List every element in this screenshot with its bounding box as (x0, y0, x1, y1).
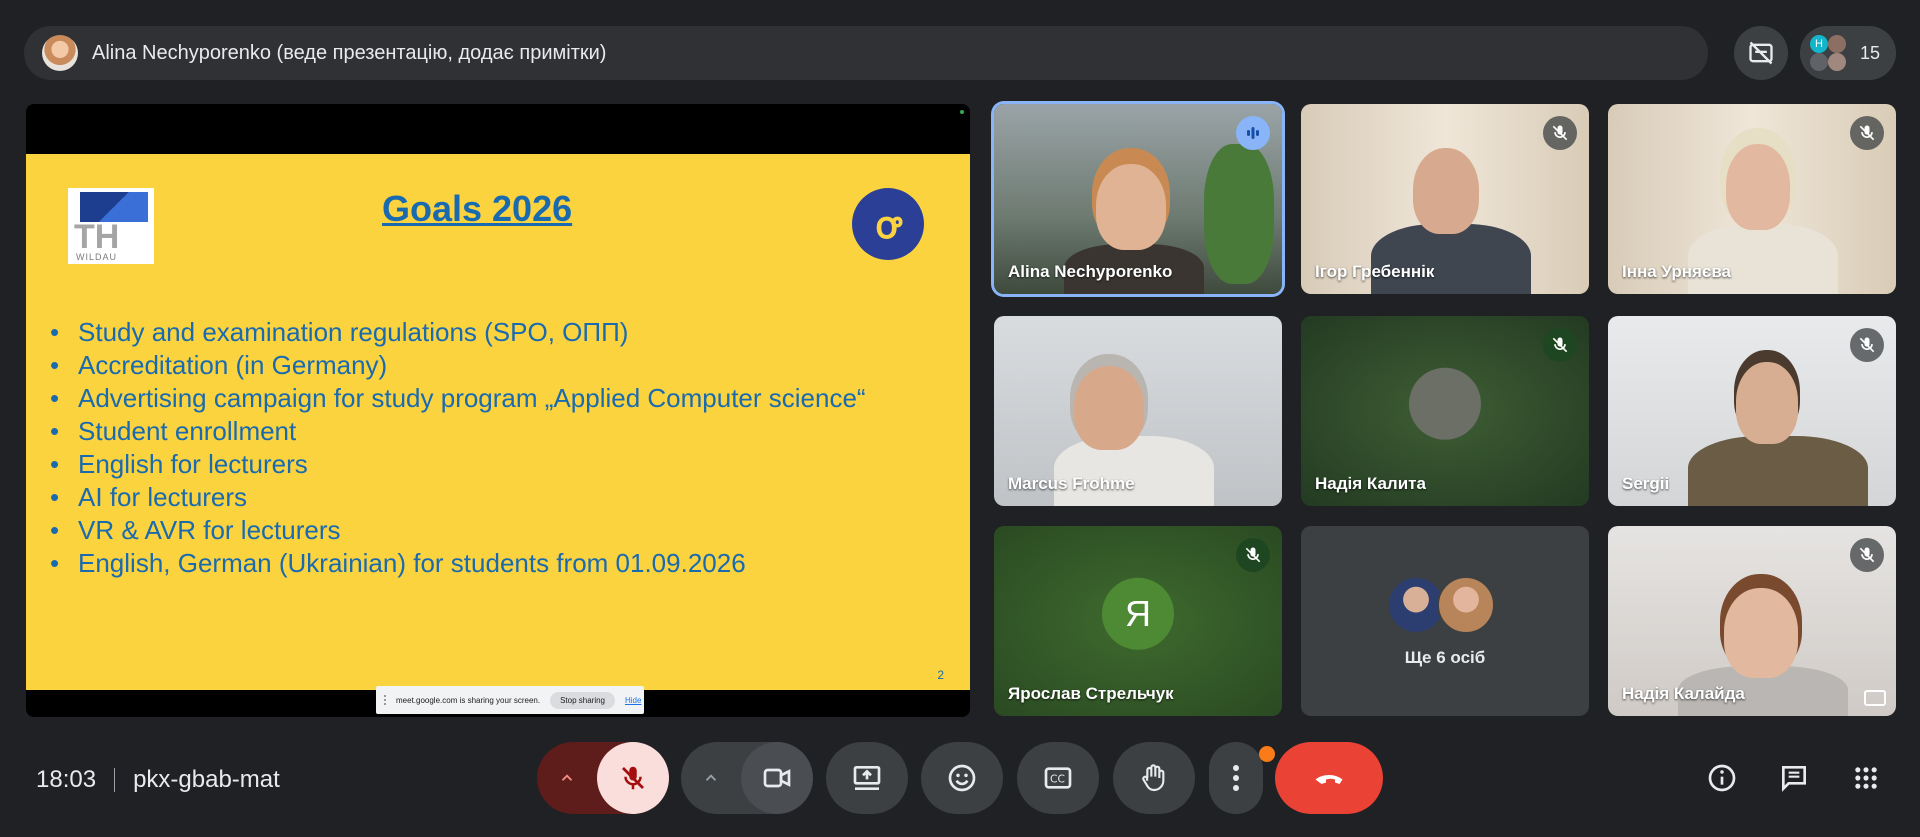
closed-captions-icon: CC (1044, 767, 1072, 789)
present-screen-button[interactable] (826, 742, 908, 814)
others-avatars (1387, 576, 1495, 634)
participant-name: Alina Nechyporenko (1008, 262, 1173, 281)
emoji-icon (948, 764, 976, 792)
meeting-details-button[interactable] (1702, 758, 1742, 798)
participant-tile[interactable]: Marcus Frohme (994, 316, 1282, 506)
people-button[interactable]: H 15 (1800, 26, 1896, 80)
camera-toggle-button[interactable] (741, 742, 813, 814)
participant-name: Надія Калайда (1622, 684, 1745, 703)
participant-name: Ярослав Стрельчук (1008, 684, 1174, 703)
reactions-button[interactable] (921, 742, 1003, 814)
mini-avatar (1437, 576, 1495, 634)
participant-tile[interactable]: Надія Калайда (1608, 526, 1896, 716)
stop-sharing-button[interactable]: Stop sharing (550, 691, 615, 709)
goals-list: Study and examination regulations (SPO, … (50, 316, 866, 580)
mic-off-icon (1543, 328, 1577, 362)
presenter-avatar (42, 35, 78, 71)
drag-handle-icon[interactable] (384, 695, 388, 705)
mini-avatar (1828, 53, 1846, 71)
participant-avatars: H (1808, 33, 1848, 73)
participant-name: Ігор Гребеннік (1315, 262, 1435, 281)
chat-icon (1782, 766, 1806, 792)
leave-call-button[interactable] (1275, 742, 1383, 814)
mini-avatar: H (1810, 35, 1828, 53)
apps-grid-icon (1855, 767, 1877, 789)
video-options-button[interactable] (681, 769, 741, 787)
goal-item: Student enrollment (50, 415, 866, 448)
chat-button[interactable] (1774, 758, 1814, 798)
hide-link[interactable]: Hide (625, 696, 641, 705)
speaking-icon (1236, 116, 1270, 150)
presenter-label: Alina Nechyporenko (веде презентацію, до… (92, 41, 607, 64)
chevron-up-icon (705, 774, 717, 781)
more-participants-tile[interactable]: Ще 6 осіб (1301, 526, 1589, 716)
participant-tile[interactable]: Ігор Гребеннік (1301, 104, 1589, 294)
presenter-bar[interactable]: Alina Nechyporenko (веде презентацію, до… (24, 26, 1708, 80)
chevron-up-icon (561, 774, 573, 781)
more-options-button[interactable] (1209, 742, 1263, 814)
notification-dot (1259, 746, 1275, 762)
microphone-toggle-button[interactable] (597, 742, 669, 814)
participant-count: 15 (1860, 42, 1881, 63)
more-vert-icon (1233, 765, 1239, 791)
share-notice-text: meet.google.com is sharing your screen. (396, 695, 541, 705)
picture-in-picture-icon[interactable] (1864, 690, 1886, 706)
meeting-code: pkx-gbab-mat (133, 766, 280, 793)
meeting-info: 18:03 pkx-gbab-mat (36, 766, 280, 794)
present-screen-icon (853, 766, 881, 790)
slide-page-number: 2 (937, 668, 944, 682)
audio-options-button[interactable] (537, 769, 597, 787)
mic-off-icon (622, 766, 644, 790)
captions-button[interactable]: CC (1017, 742, 1099, 814)
mic-off-icon (1850, 116, 1884, 150)
call-controls-bar: 18:03 pkx-gbab-mat CC (0, 740, 1920, 820)
captions-off-icon[interactable] (1734, 26, 1788, 80)
live-indicator (960, 110, 964, 114)
camera-control-group (681, 742, 813, 814)
info-icon (1708, 764, 1736, 792)
mic-off-icon (1850, 538, 1884, 572)
goal-item: Advertising campaign for study program „… (50, 382, 866, 415)
participant-name: Інна Урняєва (1622, 262, 1732, 281)
participant-tile[interactable]: Надія Калита (1301, 316, 1589, 506)
goal-item: Accreditation (in Germany) (50, 349, 866, 382)
raise-hand-button[interactable] (1113, 742, 1195, 814)
no-frame-icon (1749, 41, 1773, 65)
slide-title: Goals 2026 (382, 188, 573, 229)
end-call-icon (1315, 775, 1343, 784)
shared-screen: TH WILDAU Goals 2026 ꝍ Study and examina… (26, 104, 970, 717)
mic-off-icon (1850, 328, 1884, 362)
goal-item: VR & AVR for lecturers (50, 514, 866, 547)
university-logo: ꝍ (852, 188, 924, 260)
th-wildau-logo: TH WILDAU (68, 188, 154, 264)
mini-avatar (1828, 35, 1846, 53)
participant-name: Marcus Frohme (1008, 474, 1135, 493)
presentation-slide: TH WILDAU Goals 2026 ꝍ Study and examina… (26, 154, 970, 690)
participant-name: Надія Калита (1315, 474, 1426, 493)
mic-off-icon (1543, 116, 1577, 150)
participant-tile[interactable]: Sergii (1608, 316, 1896, 506)
participant-tile[interactable]: Я Ярослав Стрельчук (994, 526, 1282, 716)
activities-button[interactable] (1846, 758, 1886, 798)
goal-item: AI for lecturers (50, 481, 866, 514)
divider (114, 768, 116, 792)
more-participants-label: Ще 6 осіб (1404, 648, 1486, 667)
mic-off-icon (1236, 538, 1270, 572)
video-camera-icon (763, 768, 791, 788)
svg-text:CC: CC (1050, 773, 1065, 786)
goal-item: Study and examination regulations (SPO, … (50, 316, 866, 349)
goal-item: English for lecturers (50, 448, 866, 481)
participant-tile[interactable]: Alina Nechyporenko (994, 104, 1282, 294)
mic-control-group (537, 742, 669, 814)
participant-name: Sergii (1622, 474, 1670, 493)
screen-share-notice: meet.google.com is sharing your screen. … (376, 686, 644, 714)
participant-initial-avatar: Я (1102, 577, 1174, 650)
raise-hand-icon (1142, 764, 1165, 792)
participant-avatar (1409, 367, 1481, 440)
current-time: 18:03 (36, 766, 97, 793)
mini-avatar (1810, 53, 1828, 71)
participant-tile[interactable]: Інна Урняєва (1608, 104, 1896, 294)
goal-item: English, German (Ukrainian) for students… (50, 547, 866, 580)
